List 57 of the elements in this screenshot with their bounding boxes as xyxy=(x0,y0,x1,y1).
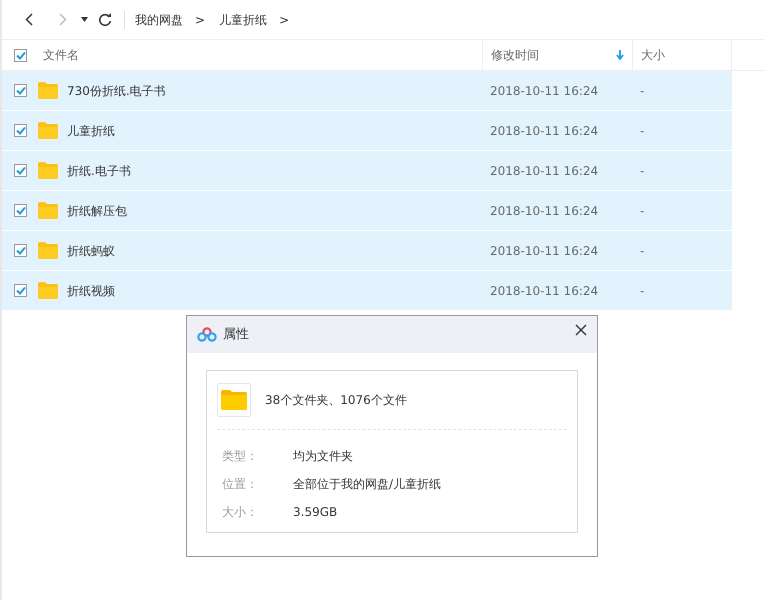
modified-time: 2018-10-11 16:24 xyxy=(489,242,600,260)
folder-icon xyxy=(38,162,58,179)
file-size: - xyxy=(639,82,646,100)
file-row[interactable]: 730份折纸.电子书 2018-10-11 16:24 - xyxy=(2,71,732,110)
modified-time: 2018-10-11 16:24 xyxy=(489,282,600,300)
breadcrumb-separator: > xyxy=(195,12,206,28)
folder-icon xyxy=(217,383,251,417)
file-size: - xyxy=(639,122,646,140)
chevron-right-icon xyxy=(59,13,67,26)
folder-icon xyxy=(38,122,58,139)
breadcrumb-link[interactable]: 我的网盘 xyxy=(133,10,185,28)
file-name: 折纸蚂蚁 xyxy=(67,242,115,260)
file-name: 折纸解压包 xyxy=(67,202,127,220)
column-header[interactable]: 大小 xyxy=(641,46,665,64)
folder-icon xyxy=(38,82,58,99)
file-size: - xyxy=(639,202,646,220)
modified-time: 2018-10-11 16:24 xyxy=(489,202,600,220)
file-name: 730份折纸.电子书 xyxy=(67,82,166,100)
breadcrumb-separator: > xyxy=(279,12,290,28)
checkbox[interactable] xyxy=(14,204,27,217)
property-value: 3.59GB xyxy=(293,504,338,521)
file-row[interactable]: 折纸视频 2018-10-11 16:24 - xyxy=(2,271,732,310)
folder-icon xyxy=(38,242,58,259)
modified-time: 2018-10-11 16:24 xyxy=(489,162,600,180)
property-label: 大小： xyxy=(221,504,259,521)
file-size: - xyxy=(639,282,646,300)
file-row[interactable]: 折纸蚂蚁 2018-10-11 16:24 - xyxy=(2,231,732,270)
folder-icon xyxy=(38,202,58,219)
modified-time: 2018-10-11 16:24 xyxy=(489,82,600,100)
checkbox[interactable] xyxy=(14,244,27,257)
chevron-left-icon xyxy=(25,13,33,26)
file-name: 儿童折纸 xyxy=(67,122,115,140)
dialog-title: 属性 xyxy=(223,326,249,344)
folder-icon xyxy=(38,282,58,299)
file-name: 折纸视频 xyxy=(67,282,115,300)
sort-arrow-icon xyxy=(616,50,624,60)
column-header[interactable]: 修改时间 xyxy=(491,46,624,64)
cloud-logo-icon xyxy=(197,327,217,342)
property-value: 均为文件夹 xyxy=(293,448,353,465)
summary-text: 38个文件夹、1076个文件 xyxy=(265,392,407,409)
modified-time: 2018-10-11 16:24 xyxy=(489,122,600,140)
file-size: - xyxy=(639,162,646,180)
property-label: 类型： xyxy=(221,448,259,465)
file-row[interactable]: 折纸解压包 2018-10-11 16:24 - xyxy=(2,191,732,230)
file-name: 折纸.电子书 xyxy=(67,162,131,180)
column-header[interactable]: 文件名 xyxy=(43,46,79,64)
checkbox[interactable] xyxy=(14,84,27,97)
checkbox[interactable] xyxy=(14,124,27,137)
file-row[interactable]: 儿童折纸 2018-10-11 16:24 - xyxy=(2,111,732,150)
breadcrumb-link[interactable]: 儿童折纸 xyxy=(217,10,270,28)
file-row[interactable]: 折纸.电子书 2018-10-11 16:24 - xyxy=(2,151,732,190)
property-label: 位置： xyxy=(221,476,259,493)
checkbox[interactable] xyxy=(14,164,27,177)
checkbox[interactable] xyxy=(14,48,27,62)
file-size: - xyxy=(639,242,646,260)
property-value: 全部位于我的网盘/儿童折纸 xyxy=(293,476,442,493)
checkbox[interactable] xyxy=(14,284,27,297)
